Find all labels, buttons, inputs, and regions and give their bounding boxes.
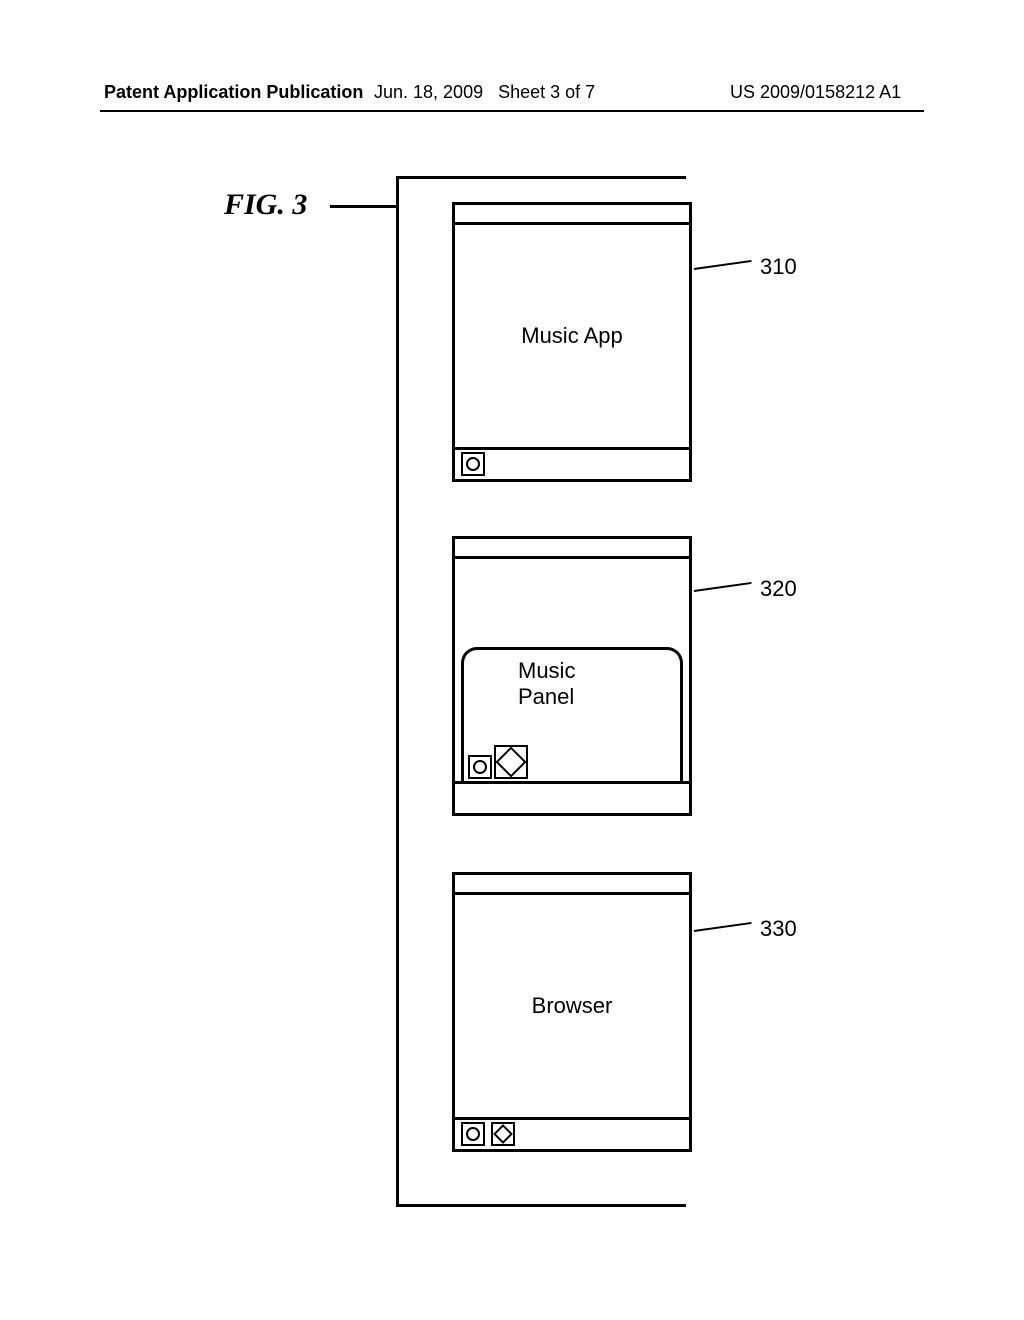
circle-icon — [461, 452, 485, 476]
device-frame: Browser — [452, 872, 692, 1152]
device-bottombar — [455, 1117, 689, 1149]
diamond-icon — [491, 1122, 515, 1146]
device-body-label: Music App — [521, 323, 623, 349]
patent-page: Patent Application Publication Jun. 18, … — [0, 0, 1024, 1320]
diamond-icon — [494, 745, 528, 779]
ref-320: 320 — [760, 576, 797, 602]
figure-label: FIG. 3 — [224, 188, 307, 222]
device-body-label: Browser — [532, 993, 613, 1019]
lead-line-330 — [694, 922, 752, 932]
device-topbar — [455, 875, 689, 895]
music-panel-overlay: Music Panel — [461, 647, 683, 781]
ref-330: 330 — [760, 916, 797, 942]
lead-line-320 — [694, 582, 752, 592]
device-bottombar — [455, 447, 689, 479]
device-body: Browser — [455, 895, 689, 1117]
header-pubno: US 2009/0158212 A1 — [730, 82, 901, 110]
header-date-sheet: Jun. 18, 2009 Sheet 3 of 7 — [374, 82, 595, 110]
device-music-panel: Music Panel — [452, 536, 692, 816]
figure-bracket — [396, 176, 399, 1206]
header-sheet: Sheet 3 of 7 — [498, 82, 595, 102]
icon-row — [461, 452, 485, 476]
circle-icon — [468, 755, 492, 779]
device-body: Music Panel — [455, 559, 689, 781]
lead-line-310 — [694, 260, 752, 270]
device-browser: Browser — [452, 872, 692, 1152]
device-music-app: Music App — [452, 202, 692, 482]
device-topbar — [455, 539, 689, 559]
device-frame: Music Panel — [452, 536, 692, 816]
header-rule — [100, 110, 924, 112]
device-topbar — [455, 205, 689, 225]
header-date: Jun. 18, 2009 — [374, 82, 483, 102]
panel-icon-row — [468, 745, 528, 779]
circle-icon — [461, 1122, 485, 1146]
figure-lead-h — [330, 205, 396, 208]
device-body: Music App — [455, 225, 689, 447]
figure-bracket-top — [396, 176, 686, 179]
panel-title: Music Panel — [518, 658, 626, 710]
figure-bracket-bottom — [396, 1204, 686, 1207]
icon-row — [461, 1122, 515, 1146]
device-bottombar — [455, 781, 689, 813]
header-publication: Patent Application Publication — [104, 82, 363, 110]
device-frame: Music App — [452, 202, 692, 482]
ref-310: 310 — [760, 254, 797, 280]
